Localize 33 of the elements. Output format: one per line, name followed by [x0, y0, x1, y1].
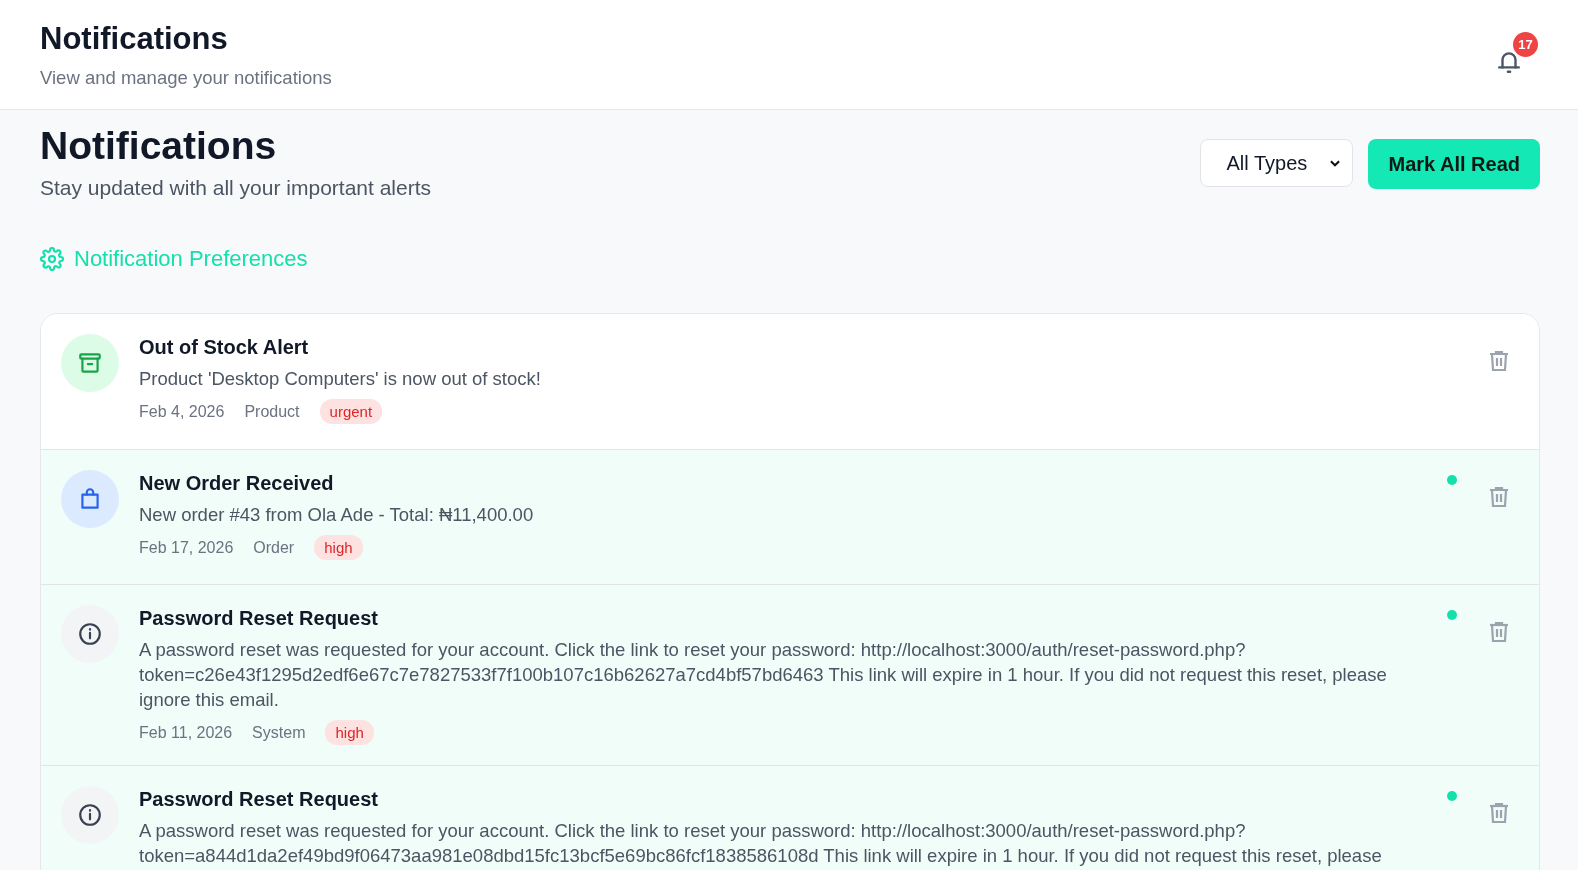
notification-category: System: [252, 723, 306, 742]
priority-tag: high: [325, 720, 374, 745]
header-subtitle: View and manage your notifications: [40, 66, 332, 89]
notification-message: New order #43 from Ola Ade - Total: ₦11,400.00: [139, 503, 535, 527]
notification-item[interactable]: New Order Received New order #43 from Ola Ade - Total: ₦11,400.00 Feb 17, 2026 Order high: [41, 449, 1539, 584]
mark-all-read-button[interactable]: Mark All Read: [1368, 139, 1540, 189]
notification-title: Password Reset Request: [139, 607, 379, 630]
notification-message: A password reset was requested for your account. Click the link to reset your password: http://localhost:3000/auth/reset-password.php?token=a844d1da2ef49bd9f06473aa981e08dbd15fc13bcf5e69bc86fcf1838586108d This link will expire in 1 hour. If you did not request this reset, please: [139, 819, 1383, 868]
delete-button[interactable]: [1487, 619, 1511, 645]
page-subtitle: Stay updated with all your important alerts: [40, 176, 432, 200]
unread-count-badge: 17: [1513, 31, 1538, 57]
delete-button[interactable]: [1487, 484, 1511, 510]
type-filter-select[interactable]: All Types: [1200, 139, 1354, 187]
notification-message: Product 'Desktop Computers' is now out of stock!: [139, 367, 542, 391]
delete-button[interactable]: [1487, 800, 1511, 826]
notification-message: A password reset was requested for your account. Click the link to reset your password: http://localhost:3000/auth/reset-password.php?token=c26e43f1295d2edf6e67c7e7827533f7f100b107c16b62627a7cd4bf57bd6463 This link will expire in 1 hour. If you did not request this reset, please ignore this email.: [139, 638, 1388, 712]
gear-icon: [40, 247, 64, 271]
priority-tag: high: [314, 535, 363, 560]
notification-date: Feb 4, 2026: [139, 402, 225, 421]
priority-tag: urgent: [319, 399, 383, 424]
notification-title: New Order Received: [139, 472, 335, 495]
header-title: Notifications: [40, 20, 229, 57]
delete-button[interactable]: [1487, 348, 1511, 374]
notification-date: Feb 17, 2026: [139, 538, 234, 557]
page-title: Notifications: [40, 124, 278, 168]
notification-title: Out of Stock Alert: [139, 336, 310, 359]
notification-date: Feb 11, 2026: [139, 723, 233, 742]
notification-title: Password Reset Request: [139, 788, 379, 811]
notification-item[interactable]: [41, 765, 1539, 870]
notification-item[interactable]: [41, 584, 1539, 765]
notification-category: Product: [244, 402, 300, 421]
notification-category: Order: [253, 538, 295, 557]
notifications-bell-button[interactable]: 17: [1496, 31, 1538, 80]
